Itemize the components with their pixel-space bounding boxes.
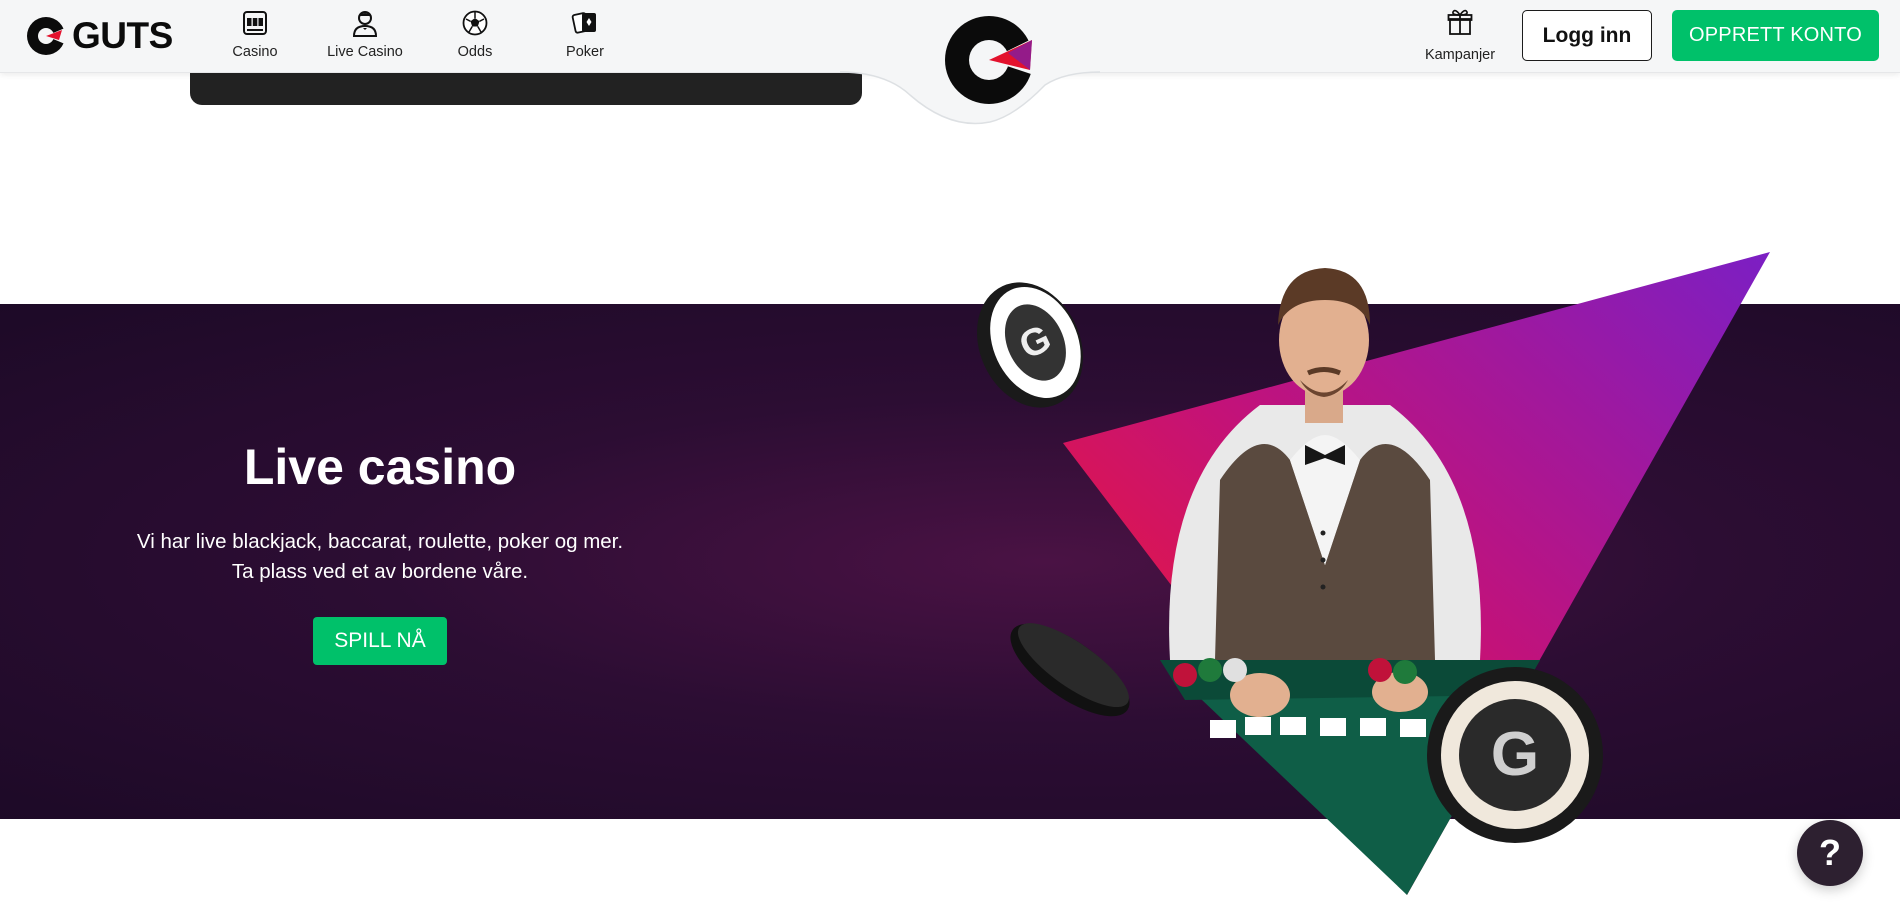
casino-chip-left — [1010, 623, 1130, 717]
nav-item-odds[interactable]: Odds — [420, 0, 530, 72]
main-nav: Casino Live Casino Odds Poker — [200, 0, 640, 72]
header-dark-strip — [190, 70, 862, 105]
login-button[interactable]: Logg inn — [1522, 10, 1652, 61]
cards-icon — [571, 8, 599, 38]
center-logo-badge — [839, 0, 1101, 130]
brand-name: GUTS — [72, 15, 173, 56]
slot-machine-icon — [241, 8, 269, 38]
nav-item-live-casino[interactable]: Live Casino — [310, 0, 420, 72]
nav-label: Casino — [232, 44, 278, 60]
promotions-label: Kampanjer — [1424, 47, 1496, 63]
promotions-link[interactable]: Kampanjer — [1410, 8, 1510, 68]
svg-text:G: G — [1491, 720, 1539, 789]
hero-subtitle-line-2: Ta plass ved et av bordene våre. — [231, 560, 529, 583]
hero-content: Live casino Vi har live blackjack, bacca… — [130, 440, 630, 665]
casino-chip-bottom: G — [1427, 667, 1603, 843]
nav-item-casino[interactable]: Casino — [200, 0, 310, 72]
nav-label: Live Casino — [327, 44, 403, 60]
gift-icon — [1447, 8, 1473, 41]
nav-item-poker[interactable]: Poker — [530, 0, 640, 72]
nav-label: Odds — [457, 44, 493, 60]
page: GUTS Casino Live Casino Odds Poker Kampa… — [0, 0, 1900, 903]
dealer-figure — [1169, 268, 1481, 717]
hero-subtitle: Vi har live blackjack, baccarat, roulett… — [130, 527, 630, 587]
create-account-button[interactable]: OPPRETT KONTO — [1672, 10, 1879, 61]
guts-logo[interactable]: GUTS — [26, 15, 173, 57]
guts-logo-icon — [27, 17, 65, 55]
football-icon — [461, 8, 489, 38]
hero-title: Live casino — [243, 439, 517, 495]
live-dealer-illustration: G G — [977, 252, 1770, 895]
dealer-icon — [351, 8, 379, 38]
hero-subtitle-line-1: Vi har live blackjack, baccarat, roulett… — [136, 530, 624, 553]
casino-chip-top: G — [977, 282, 1083, 408]
help-button[interactable]: ? — [1797, 820, 1863, 886]
play-now-button[interactable]: SPILL NÅ — [313, 617, 447, 665]
nav-label: Poker — [566, 44, 604, 60]
